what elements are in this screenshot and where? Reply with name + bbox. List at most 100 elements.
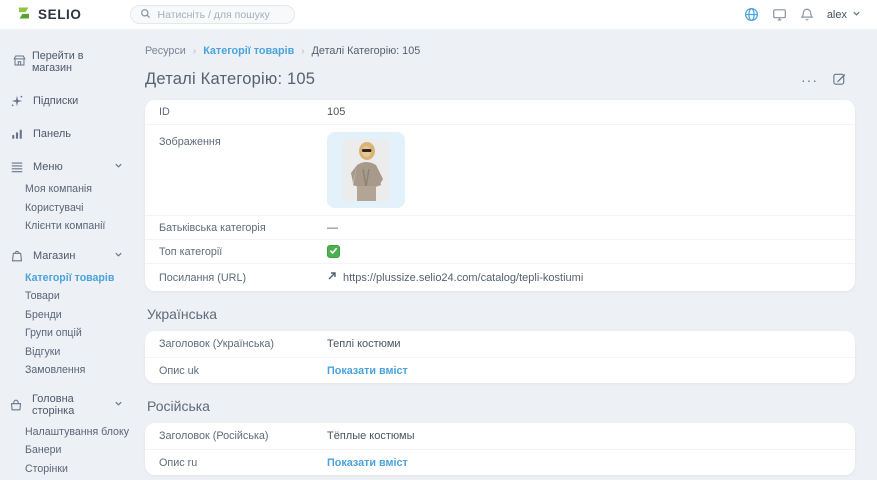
notifications-bell-icon[interactable] bbox=[800, 7, 814, 22]
breadcrumb-separator-icon: › bbox=[193, 46, 196, 57]
category-image-thumbnail[interactable] bbox=[327, 132, 405, 208]
chevron-down-icon bbox=[852, 9, 861, 21]
category-url-link[interactable]: https://plussize.selio24.com/catalog/tep… bbox=[327, 271, 583, 284]
row-label: Заголовок (Російська) bbox=[159, 430, 327, 442]
detail-row-parent-category: Батьківська категорія — bbox=[145, 215, 855, 239]
checkmark-icon bbox=[329, 246, 338, 258]
chevron-down-icon bbox=[114, 161, 123, 173]
app-window: SELIO bbox=[0, 0, 877, 480]
sidebar-submenu-home: Налаштування блоку Банери Сторінки Новин… bbox=[0, 423, 135, 480]
sidebar-item-banners[interactable]: Банери bbox=[25, 441, 135, 460]
global-search[interactable] bbox=[130, 5, 295, 24]
parent-category-value: — bbox=[327, 222, 338, 234]
detail-row-title-uk: Заголовок (Українська) Теплі костюми bbox=[145, 331, 855, 357]
edit-pencil-icon bbox=[832, 71, 847, 89]
user-name: alex bbox=[827, 9, 847, 21]
more-actions-button[interactable]: ··· bbox=[801, 75, 818, 85]
sidebar-group-label: Меню bbox=[33, 161, 63, 173]
sidebar-item-my-company[interactable]: Моя компанія bbox=[25, 180, 135, 199]
sidebar-group-label: Панель bbox=[33, 128, 71, 140]
row-label: Заголовок (Українська) bbox=[159, 338, 327, 350]
sidebar-item-users[interactable]: Користувачі bbox=[25, 199, 135, 218]
brand-logo[interactable]: SELIO bbox=[16, 5, 82, 24]
row-label: Опис uk bbox=[159, 365, 327, 377]
bar-chart-icon bbox=[9, 127, 24, 141]
detail-row-top-category: Топ категорії bbox=[145, 239, 855, 263]
sidebar-item-reviews[interactable]: Відгуки bbox=[25, 343, 135, 362]
sparkles-icon bbox=[9, 94, 24, 108]
external-link-icon bbox=[327, 271, 337, 284]
chevron-down-icon bbox=[114, 250, 123, 262]
sidebar-item-company-clients[interactable]: Клієнти компанії bbox=[25, 217, 135, 236]
sidebar-submenu-shop: Категорії товарів Товари Бренди Групи оп… bbox=[0, 269, 135, 380]
section-title-ukrainian: Українська bbox=[147, 306, 855, 322]
row-label: ID bbox=[159, 106, 327, 118]
sidebar-item-products[interactable]: Товари bbox=[25, 287, 135, 306]
user-menu[interactable]: alex bbox=[827, 9, 861, 21]
title-actions: ··· bbox=[801, 71, 847, 89]
sidebar-item-menu[interactable]: Меню bbox=[0, 154, 135, 180]
breadcrumb-product-categories[interactable]: Категорії товарів bbox=[203, 45, 294, 57]
language-globe-icon[interactable] bbox=[744, 7, 759, 22]
detail-row-id: ID 105 bbox=[145, 100, 855, 124]
chevron-down-icon bbox=[114, 399, 123, 411]
search-icon bbox=[140, 8, 151, 22]
sidebar-item-go-to-store[interactable]: Перейти в магазин bbox=[0, 46, 135, 78]
title-row: Деталі Категорію: 105 ··· bbox=[145, 70, 855, 89]
sidebar-item-subscriptions[interactable]: Підписки bbox=[0, 88, 135, 114]
sidebar-group-label: Головна сторінка bbox=[32, 393, 105, 417]
sidebar-item-dashboard[interactable]: Панель bbox=[0, 121, 135, 147]
detail-row-url: Посилання (URL) https://plussize.selio24… bbox=[145, 263, 855, 291]
sidebar: Перейти в магазин Підписки Панель bbox=[0, 30, 135, 480]
sidebar-item-home-page[interactable]: Головна сторінка bbox=[0, 387, 135, 423]
search-input[interactable] bbox=[158, 9, 285, 21]
sidebar-item-product-categories[interactable]: Категорії товарів bbox=[25, 269, 135, 288]
category-url-text: https://plussize.selio24.com/catalog/tep… bbox=[343, 272, 583, 284]
show-content-link-uk[interactable]: Показати вміст bbox=[327, 365, 408, 377]
handbag-icon bbox=[9, 398, 23, 412]
selio-logo-icon bbox=[16, 5, 32, 24]
russian-card: Заголовок (Російська) Тёплые костюмы Опи… bbox=[145, 423, 855, 475]
row-label: Топ категорії bbox=[159, 246, 327, 258]
app-header: SELIO bbox=[0, 0, 877, 30]
sidebar-group-label: Магазин bbox=[33, 250, 75, 262]
show-content-link-ru[interactable]: Показати вміст bbox=[327, 457, 408, 469]
sidebar-store-label: Перейти в магазин bbox=[32, 50, 125, 74]
header-right: alex bbox=[744, 7, 861, 22]
ukrainian-card: Заголовок (Українська) Теплі костюми Опи… bbox=[145, 331, 855, 383]
breadcrumb: Ресурси › Категорії товарів › Деталі Кат… bbox=[145, 45, 855, 57]
menu-icon bbox=[9, 160, 24, 174]
row-label: Опис ru bbox=[159, 457, 327, 469]
detail-row-title-ru: Заголовок (Російська) Тёплые костюмы bbox=[145, 423, 855, 449]
top-category-checkbox[interactable] bbox=[327, 245, 340, 258]
title-ru-value: Тёплые костюмы bbox=[327, 430, 414, 442]
sidebar-item-orders[interactable]: Замовлення bbox=[25, 361, 135, 380]
category-details-card: ID 105 Зображення bbox=[145, 100, 855, 291]
brand-name: SELIO bbox=[38, 7, 82, 22]
section-title-russian: Російська bbox=[147, 398, 855, 414]
edit-button[interactable] bbox=[832, 71, 847, 89]
sidebar-item-brands[interactable]: Бренди bbox=[25, 306, 135, 325]
sidebar-submenu-menu: Моя компанія Користувачі Клієнти компані… bbox=[0, 180, 135, 236]
detail-row-description-ru: Опис ru Показати вміст bbox=[145, 449, 855, 475]
category-photo bbox=[343, 139, 389, 201]
title-uk-value: Теплі костюми bbox=[327, 338, 401, 350]
breadcrumb-separator-icon: › bbox=[301, 46, 304, 57]
page-title: Деталі Категорію: 105 bbox=[145, 70, 315, 89]
detail-row-image: Зображення bbox=[145, 124, 855, 215]
sidebar-item-shop[interactable]: Магазин bbox=[0, 243, 135, 269]
main-content: Ресурси › Категорії товарів › Деталі Кат… bbox=[135, 30, 877, 480]
sidebar-item-pages[interactable]: Сторінки bbox=[25, 460, 135, 479]
category-id-value: 105 bbox=[327, 106, 345, 118]
display-icon[interactable] bbox=[772, 7, 787, 22]
sidebar-item-option-groups[interactable]: Групи опцій bbox=[25, 324, 135, 343]
shopping-bag-icon bbox=[9, 249, 24, 263]
row-label: Посилання (URL) bbox=[159, 272, 327, 284]
breadcrumb-resources[interactable]: Ресурси bbox=[145, 45, 186, 57]
row-label: Зображення bbox=[159, 132, 327, 148]
storefront-icon bbox=[13, 54, 26, 70]
sidebar-item-block-settings[interactable]: Налаштування блоку bbox=[25, 423, 135, 442]
row-label: Батьківська категорія bbox=[159, 222, 327, 234]
sidebar-group-label: Підписки bbox=[33, 95, 78, 107]
detail-row-description-uk: Опис uk Показати вміст bbox=[145, 357, 855, 383]
